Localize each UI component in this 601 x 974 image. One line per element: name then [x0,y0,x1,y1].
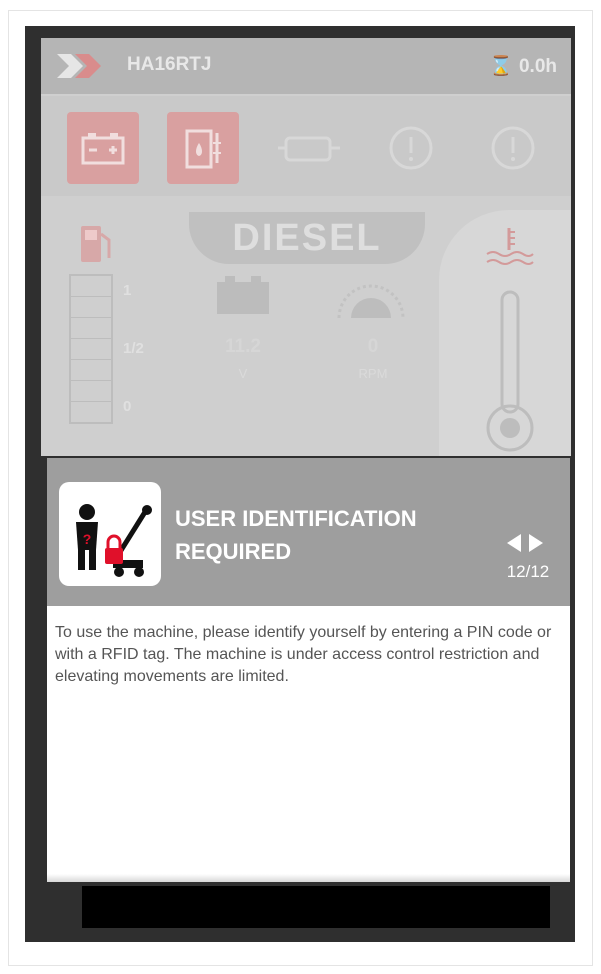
brake-icon [477,112,549,184]
fuel-tick-empty: 0 [123,398,132,415]
machine-id: HA16RTJ [127,54,212,75]
fuel-pump-icon [81,226,111,262]
fuel-tick-full: 1 [123,282,132,299]
fuel-level-gauge [69,274,113,424]
battery-icon [67,112,139,184]
user-lock-icon: ? [59,482,161,586]
dialog-title-line2: REQUIRED [175,539,292,564]
status-icon-row [41,96,571,196]
dialog-title: USER IDENTIFICATION REQUIRED [175,502,495,568]
dialog-header: ? USER IDENTIFICATION REQUIRED 12/12 [47,458,570,606]
top-bar: HA16RTJ ⌛ 0.0h [41,38,571,94]
bottom-bar [82,886,550,928]
rpm-value: 0 [367,336,379,357]
dialog-message: To use the machine, please identify your… [55,624,552,685]
voltage-unit: V [238,366,248,381]
dialog-title-line1: USER IDENTIFICATION [175,506,417,531]
hour-meter: ⌛ 0.0h [489,54,557,78]
fuel-tick-half: 1/2 [123,340,144,357]
brand-logo-icon [57,54,101,78]
page-counter: 12/12 [506,562,550,581]
temperature-panel [439,210,571,456]
page-navigation [505,534,555,556]
battery-voltage-icon [217,276,269,314]
fuel-filter-icon [167,112,239,184]
dashboard-screen: HA16RTJ ⌛ 0.0h DIESEL 1 1/2 0 11.2 V 0 R… [41,38,571,456]
dialog-bottom-edge [47,874,570,882]
rpm-unit: RPM [358,366,388,381]
fuel-type-label: DIESEL [189,212,425,264]
thermometer-icon [486,290,534,452]
previous-arrow-icon[interactable] [507,534,521,552]
voltage-value: 11.2 [225,336,261,357]
warning-icon [375,112,447,184]
next-arrow-icon[interactable] [529,534,543,552]
svg-text:?: ? [83,531,92,547]
notification-dialog: ? USER IDENTIFICATION REQUIRED 12/12 To … [47,458,570,882]
hourglass-icon: ⌛ [489,56,513,77]
hours-value: 0.0h [518,56,557,77]
engine-icon [273,112,345,184]
rpm-gauge-icon [337,284,405,319]
coolant-temp-icon [486,228,534,265]
